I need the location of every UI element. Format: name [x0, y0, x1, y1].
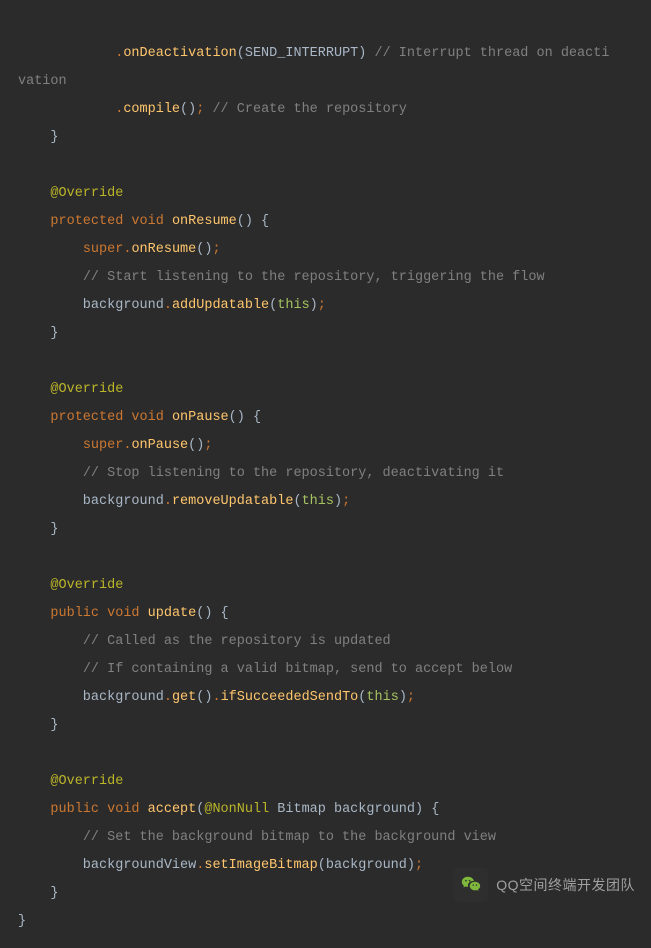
comment: vation: [18, 74, 67, 89]
args: (background): [318, 858, 415, 873]
ident: backgroundView: [18, 858, 196, 873]
keyword: super: [83, 242, 124, 257]
space: [164, 410, 172, 425]
sig: () {: [196, 606, 228, 621]
method-call: onResume: [131, 242, 196, 257]
method-call: onDeactivation: [123, 46, 236, 61]
args: (SEND_INTERRUPT): [237, 46, 375, 61]
brace-close: }: [18, 718, 59, 733]
indent: [18, 382, 50, 397]
indent: [18, 186, 50, 201]
method-decl: onPause: [172, 410, 229, 425]
method-call: onPause: [131, 438, 188, 453]
dot: .: [164, 494, 172, 509]
space: [140, 802, 148, 817]
parens: (): [180, 102, 196, 117]
semicolon: ;: [415, 858, 423, 873]
keyword: protected void: [50, 410, 163, 425]
indent: [18, 578, 50, 593]
method-decl: update: [148, 606, 197, 621]
brace-close: }: [18, 914, 26, 929]
indent: [18, 802, 50, 817]
method-call: removeUpdatable: [172, 494, 294, 509]
comment: // Start listening to the repository, tr…: [83, 270, 545, 285]
keyword: super: [83, 438, 124, 453]
sig: () {: [237, 214, 269, 229]
keyword-this: this: [366, 690, 398, 705]
annotation: @Override: [50, 578, 123, 593]
annotation: @Override: [50, 774, 123, 789]
code-block: . onDeactivation(SEND_INTERRUPT) // Inter…: [0, 0, 651, 948]
semicolon: ;: [204, 438, 212, 453]
indent: [18, 410, 50, 425]
dot: .: [164, 298, 172, 313]
paren-close: ): [310, 298, 318, 313]
sig: Bitmap background) {: [269, 802, 439, 817]
indent: [18, 466, 83, 481]
method-call: addUpdatable: [172, 298, 269, 313]
keyword: protected void: [50, 214, 163, 229]
method-call: compile: [123, 102, 180, 117]
keyword-this: this: [277, 298, 309, 313]
indent: [18, 46, 115, 61]
sig: () {: [229, 410, 261, 425]
method-call: setImageBitmap: [204, 858, 317, 873]
brace-close: }: [18, 130, 59, 145]
ident: background: [18, 690, 164, 705]
space: [164, 214, 172, 229]
ident: background: [18, 298, 164, 313]
ident: background: [18, 494, 164, 509]
semicolon: ;: [342, 494, 350, 509]
indent: [18, 270, 83, 285]
semicolon: ;: [318, 298, 326, 313]
paren-close: ): [399, 690, 407, 705]
indent: [18, 662, 83, 677]
method-call: get: [172, 690, 196, 705]
comment: // If containing a valid bitmap, send to…: [83, 662, 512, 677]
parens: (): [196, 242, 212, 257]
paren-open: (: [293, 494, 301, 509]
indent: [18, 606, 50, 621]
indent: [18, 438, 83, 453]
comment: // Interrupt thread on deacti: [374, 46, 609, 61]
dot: .: [212, 690, 220, 705]
comment: // Set the background bitmap to the back…: [83, 830, 496, 845]
indent: [18, 242, 83, 257]
indent: [18, 102, 115, 117]
semicolon: ;: [407, 690, 415, 705]
parens: (): [196, 690, 212, 705]
method-decl: accept: [148, 802, 197, 817]
comment: // Stop listening to the repository, dea…: [83, 466, 504, 481]
brace-close: }: [18, 326, 59, 341]
keyword: public void: [50, 606, 139, 621]
indent: [18, 774, 50, 789]
method-call: ifSucceededSendTo: [221, 690, 359, 705]
paren-close: ): [334, 494, 342, 509]
annotation: @Override: [50, 382, 123, 397]
annotation: @NonNull: [204, 802, 269, 817]
indent: [18, 214, 50, 229]
comment: // Create the repository: [204, 102, 407, 117]
keyword-this: this: [302, 494, 334, 509]
indent: [18, 634, 83, 649]
indent: [18, 830, 83, 845]
brace-close: }: [18, 522, 59, 537]
parens: (): [188, 438, 204, 453]
annotation: @Override: [50, 186, 123, 201]
semicolon: ;: [212, 242, 220, 257]
comment: // Called as the repository is updated: [83, 634, 391, 649]
method-decl: onResume: [172, 214, 237, 229]
keyword: public void: [50, 802, 139, 817]
brace-close: }: [18, 886, 59, 901]
dot: .: [164, 690, 172, 705]
space: [140, 606, 148, 621]
